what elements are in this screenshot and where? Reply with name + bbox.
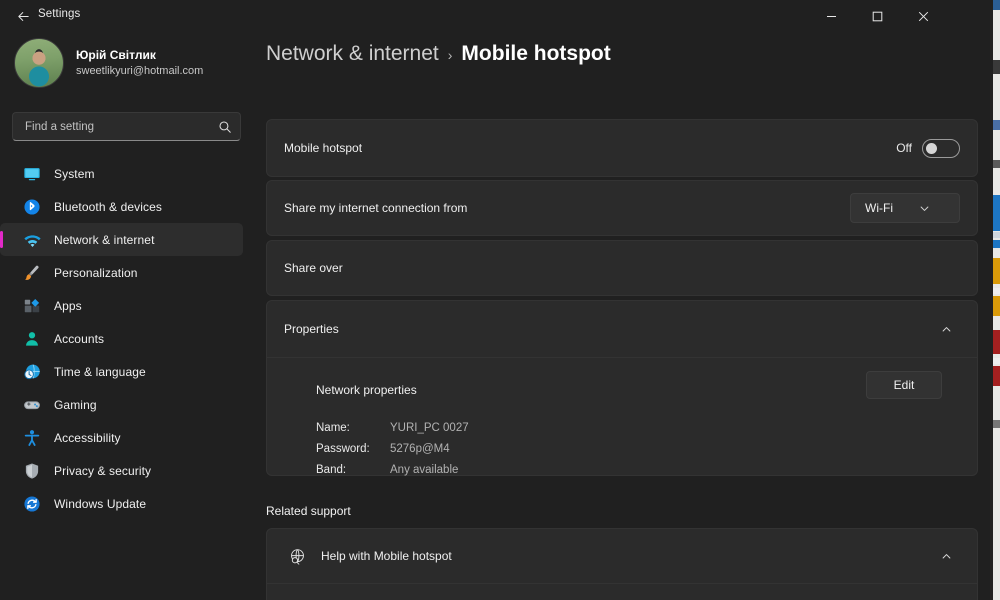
edit-button[interactable]: Edit — [866, 371, 942, 399]
share-connection-from-value: Wi-Fi — [865, 201, 893, 215]
network-properties-label: Network properties — [316, 383, 417, 397]
breadcrumb-separator-icon: › — [447, 47, 453, 63]
sidebar-item-label: Gaming — [54, 397, 97, 412]
sidebar-item-label: Time & language — [54, 364, 146, 379]
update-refresh-icon — [20, 494, 44, 514]
sidebar-item-label: Privacy & security — [54, 463, 152, 478]
sidebar-item-label: Bluetooth & devices — [54, 199, 162, 214]
avatar — [14, 38, 64, 88]
help-header[interactable]: Help with Mobile hotspot — [267, 529, 977, 583]
profile-name: Юрій Світлик — [76, 48, 156, 62]
mobile-hotspot-label: Mobile hotspot — [284, 141, 363, 155]
breadcrumb: Network & internet › Mobile hotspot — [266, 42, 611, 66]
help-label: Help with Mobile hotspot — [321, 549, 452, 563]
share-over-card: Share over — [266, 240, 978, 296]
properties-body: Network properties Edit Name: YURI_PC 002… — [267, 357, 977, 476]
search-input[interactable] — [13, 120, 210, 133]
settings-window: Settings Юрій Світлик sweetlikyuri@hotma… — [0, 0, 993, 600]
maximize-button[interactable] — [854, 0, 900, 32]
share-connection-from-dropdown[interactable]: Wi-Fi — [850, 193, 960, 223]
clock-globe-icon — [20, 362, 44, 382]
content-area: Network & internet › Mobile hotspot Mobi… — [253, 32, 993, 600]
properties-header[interactable]: Properties — [267, 301, 977, 357]
toggle-knob — [926, 142, 937, 154]
property-value: YURI_PC 0027 — [390, 421, 469, 434]
mobile-hotspot-toggle[interactable] — [922, 138, 960, 158]
apps-grid-icon — [20, 296, 44, 316]
user-profile[interactable]: Юрій Світлик sweetlikyuri@hotmail.com — [14, 38, 203, 88]
sidebar-item-accessibility[interactable]: Accessibility — [0, 421, 243, 454]
properties-label: Properties — [284, 322, 339, 336]
properties-card: Properties Network properties Edit Name:… — [266, 300, 978, 476]
sidebar: Юрій Світлик sweetlikyuri@hotmail.com Sy… — [0, 32, 253, 600]
share-connection-from-label: Share my internet connection from — [284, 201, 468, 215]
search-box[interactable] — [12, 112, 241, 141]
title-bar: Settings — [0, 0, 993, 32]
app-title: Settings — [38, 8, 81, 20]
sidebar-nav: System Bluetooth & devices Network & inter… — [0, 157, 253, 520]
minimize-button[interactable] — [808, 0, 854, 32]
toggle-state-label: Off — [896, 141, 912, 155]
property-key: Name: — [316, 421, 350, 434]
sidebar-item-bluetooth-devices[interactable]: Bluetooth & devices — [0, 190, 243, 223]
close-button[interactable] — [900, 0, 946, 32]
chevron-down-icon — [919, 203, 930, 214]
sidebar-item-accounts[interactable]: Accounts — [0, 322, 243, 355]
sidebar-item-label: Personalization — [54, 265, 138, 280]
sidebar-item-label: Accounts — [54, 331, 105, 346]
help-body: Setting up mobile hotspot — [267, 583, 977, 600]
property-row: Band: Any available — [316, 459, 960, 480]
sidebar-item-label: System — [54, 166, 95, 181]
share-connection-from-card: Share my internet connection from Wi-Fi — [266, 180, 978, 236]
search-icon — [210, 120, 240, 134]
property-row: Name: YURI_PC 0027 — [316, 417, 960, 438]
property-row: Password: 5276p@M4 — [316, 438, 960, 459]
gamepad-icon — [20, 395, 44, 415]
profile-email: sweetlikyuri@hotmail.com — [76, 65, 204, 77]
page-title: Mobile hotspot — [461, 42, 611, 65]
sidebar-item-windows-update[interactable]: Windows Update — [0, 487, 243, 520]
property-key: Band: — [316, 463, 347, 476]
back-button[interactable] — [10, 4, 36, 28]
wifi-icon — [20, 230, 44, 250]
property-value: 5276p@M4 — [390, 442, 450, 455]
sidebar-item-label: Network & internet — [54, 232, 155, 247]
bluetooth-icon — [20, 197, 44, 217]
sidebar-item-personalization[interactable]: Personalization — [0, 256, 243, 289]
sidebar-item-privacy-security[interactable]: Privacy & security — [0, 454, 243, 487]
sidebar-item-label: Windows Update — [54, 496, 147, 511]
property-key: Password: — [316, 442, 370, 455]
chevron-up-icon[interactable] — [932, 315, 960, 343]
chevron-up-icon[interactable] — [932, 542, 960, 570]
paintbrush-icon — [20, 263, 44, 283]
mobile-hotspot-card: Mobile hotspot Off — [266, 119, 978, 177]
person-icon — [20, 329, 44, 349]
sidebar-item-label: Accessibility — [54, 430, 121, 445]
sidebar-item-label: Apps — [54, 298, 82, 313]
background-window-sliver — [992, 0, 1000, 600]
accessibility-person-icon — [20, 428, 44, 448]
shield-icon — [20, 461, 44, 481]
globe-search-icon — [284, 548, 310, 565]
breadcrumb-parent-link[interactable]: Network & internet — [266, 42, 439, 66]
sidebar-item-time-language[interactable]: Time & language — [0, 355, 243, 388]
sidebar-item-apps[interactable]: Apps — [0, 289, 243, 322]
help-card: Help with Mobile hotspot Setting up mobi… — [266, 528, 978, 600]
related-support-heading: Related support — [266, 504, 351, 518]
monitor-icon — [20, 164, 44, 184]
property-value: Any available — [390, 463, 459, 476]
sidebar-item-network-internet[interactable]: Network & internet — [0, 223, 243, 256]
sidebar-item-gaming[interactable]: Gaming — [0, 388, 243, 421]
network-properties-table: Name: YURI_PC 0027 Password: 5276p@M4 Band: A… — [316, 417, 960, 480]
sidebar-item-system[interactable]: System — [0, 157, 243, 190]
share-over-label: Share over — [284, 261, 343, 275]
